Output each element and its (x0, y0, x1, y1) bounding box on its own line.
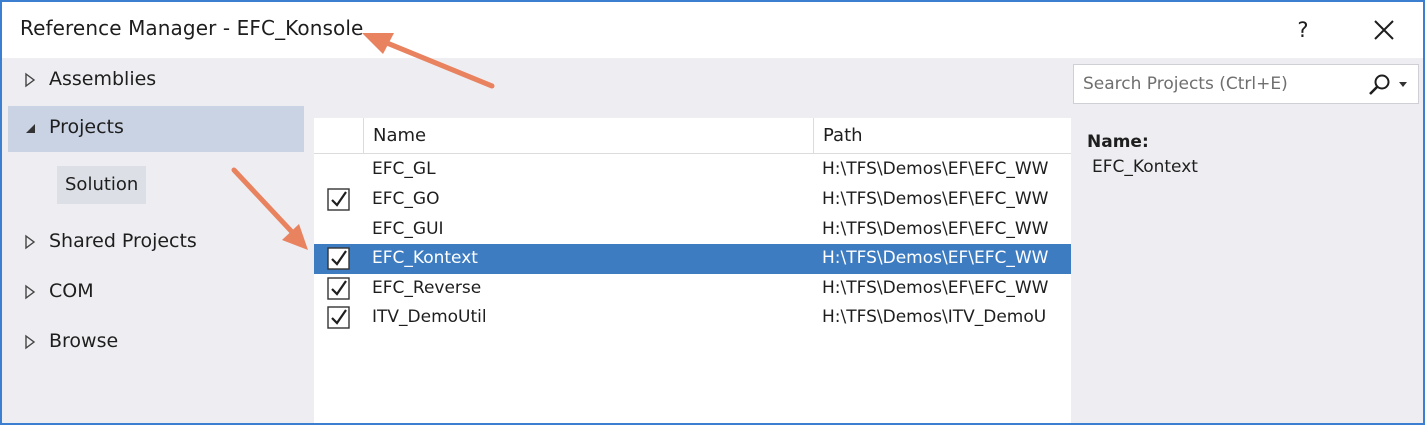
nav-item-solution[interactable]: Solution (57, 166, 147, 204)
details-name-value: EFC_Kontext (1092, 157, 1198, 177)
checked-checkbox[interactable] (327, 306, 350, 329)
search-box (1073, 64, 1419, 104)
help-button[interactable]: ? (1286, 12, 1320, 48)
row-name: EFC_Reverse (372, 278, 482, 298)
close-icon (1374, 20, 1394, 40)
reference-manager-dialog: Reference Manager - EFC_Konsole ? Assemb… (0, 0, 1425, 425)
nav-tree: Assemblies Projects Solution Shared Proj… (8, 58, 304, 423)
nav-item-label: Shared Projects (49, 230, 197, 252)
expand-triangle-icon[interactable] (24, 284, 36, 300)
table-row[interactable]: EFC_Reverse H:\TFS\Demos\EF\EFC_WW (314, 274, 1071, 304)
nav-item-browse[interactable]: Browse (8, 320, 304, 366)
path-column-header[interactable]: Path (823, 125, 863, 146)
nav-item-com[interactable]: COM (8, 270, 304, 316)
close-button[interactable] (1364, 12, 1404, 48)
nav-item-assemblies[interactable]: Assemblies (8, 58, 304, 104)
nav-item-label: COM (49, 280, 94, 302)
row-path: H:\TFS\Demos\ITV_DemoU (822, 307, 1047, 327)
row-path: H:\TFS\Demos\EF\EFC_WW (822, 189, 1049, 209)
name-column-header[interactable]: Name (373, 125, 426, 146)
row-path: H:\TFS\Demos\EF\EFC_WW (822, 219, 1049, 239)
list-header: Name Path (314, 118, 1071, 154)
details-panel: Name: EFC_Kontext (1087, 132, 1198, 177)
table-row[interactable]: EFC_GL H:\TFS\Demos\EF\EFC_WW (314, 155, 1071, 185)
row-path: H:\TFS\Demos\EF\EFC_WW (822, 248, 1049, 268)
expand-triangle-icon[interactable] (24, 72, 36, 88)
collapse-triangle-icon[interactable] (24, 120, 36, 136)
expand-triangle-icon[interactable] (24, 234, 36, 250)
row-name: EFC_GL (372, 159, 436, 179)
search-icon[interactable] (1367, 73, 1393, 97)
nav-item-projects[interactable]: Projects (8, 106, 304, 152)
column-separator[interactable] (813, 118, 814, 154)
row-name: EFC_GUI (372, 219, 444, 239)
row-path: H:\TFS\Demos\EF\EFC_WW (822, 278, 1049, 298)
nav-item-label: Assemblies (49, 68, 157, 90)
title-bar: Reference Manager - EFC_Konsole ? (2, 2, 1423, 58)
row-name: EFC_GO (372, 189, 440, 209)
table-row[interactable]: EFC_GO H:\TFS\Demos\EF\EFC_WW (314, 185, 1071, 215)
row-path: H:\TFS\Demos\EF\EFC_WW (822, 159, 1049, 179)
table-row[interactable]: ITV_DemoUtil H:\TFS\Demos\ITV_DemoU (314, 303, 1071, 333)
table-row-selected[interactable]: EFC_Kontext H:\TFS\Demos\EF\EFC_WW (314, 244, 1071, 274)
row-name: ITV_DemoUtil (372, 307, 487, 327)
project-list: Name Path EFC_GL H:\TFS\Demos\EF\EFC_WW … (314, 118, 1071, 423)
checked-checkbox[interactable] (327, 188, 350, 211)
checked-checkbox[interactable] (327, 247, 350, 270)
search-input[interactable] (1074, 65, 1358, 103)
nav-item-shared-projects[interactable]: Shared Projects (8, 220, 304, 266)
row-name: EFC_Kontext (372, 248, 478, 268)
checked-checkbox[interactable] (327, 277, 350, 300)
expand-triangle-icon[interactable] (24, 334, 36, 350)
table-row[interactable]: EFC_GUI H:\TFS\Demos\EF\EFC_WW (314, 215, 1071, 245)
details-name-label: Name: (1087, 132, 1149, 152)
nav-item-label: Browse (49, 330, 119, 352)
checkbox-column-header[interactable] (314, 118, 364, 154)
window-title: Reference Manager - EFC_Konsole (20, 16, 364, 40)
nav-item-label: Projects (49, 116, 124, 138)
chevron-down-icon[interactable] (1397, 78, 1409, 90)
